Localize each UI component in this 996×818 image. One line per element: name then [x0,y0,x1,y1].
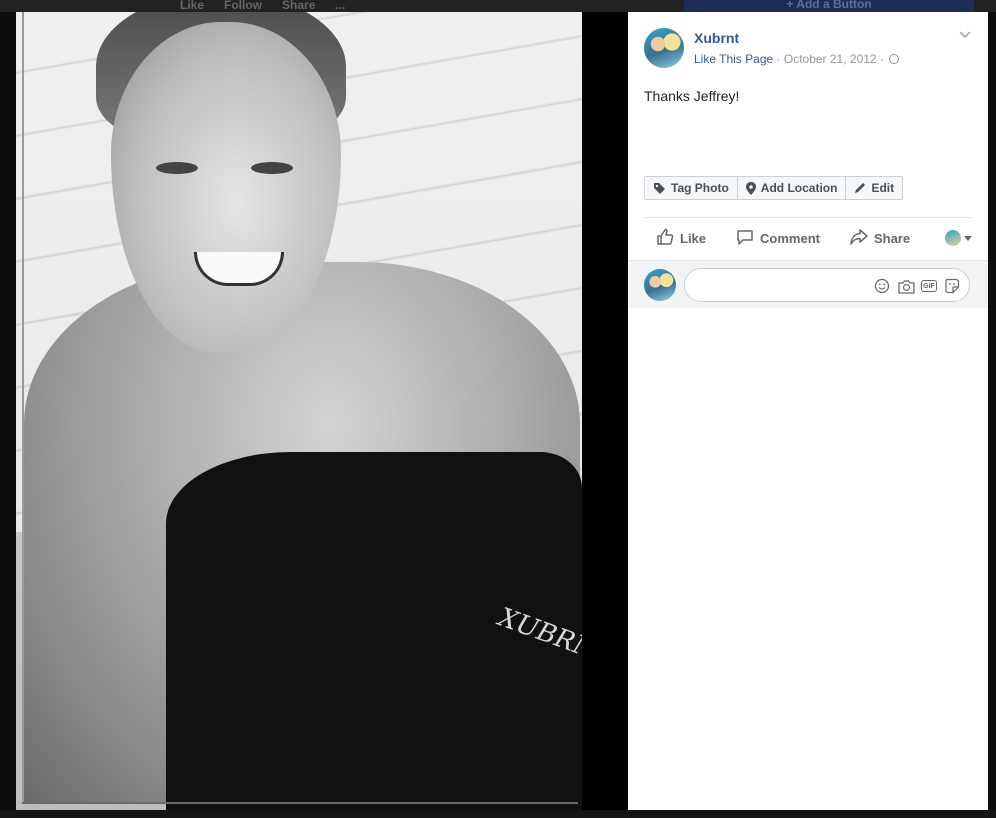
caret-down-icon [964,235,972,241]
comment-input-icons: GIF [873,277,961,295]
tag-photo-label: Tag Photo [671,181,729,195]
background-follow-action: Follow [224,0,263,12]
post-header: Xubrnt Like This Page · October 21, 2012… [644,28,974,72]
add-location-label: Add Location [760,181,838,195]
comment-composer: GIF [628,260,988,308]
meta-separator: · [776,52,781,66]
background-add-button: + Add a Button [684,0,974,12]
globe-icon[interactable] [889,54,900,64]
background-share-action: Share [282,0,316,12]
post-as-selector[interactable] [945,230,972,246]
comment-input[interactable] [697,277,857,293]
tag-photo-button[interactable]: Tag Photo [645,177,738,199]
photo-left-eye [156,162,198,174]
photo-frame-edge [22,12,24,804]
post-caption: Thanks Jeffrey! [644,88,740,104]
page-avatar[interactable] [644,28,684,68]
background-more-action: ... [335,0,346,12]
comment-bubble-icon [736,228,754,249]
like-label: Like [680,230,707,246]
pencil-icon [854,182,866,194]
like-this-page-link[interactable]: Like This Page [694,52,773,66]
add-location-button[interactable]: Add Location [738,177,847,199]
background-actions: Like Follow Share ... [180,0,345,12]
background-page-strip: Like Follow Share ... + Add a Button [0,0,996,12]
post-meta: Like This Page · October 21, 2012 · [694,52,900,66]
thumbs-up-icon [656,228,674,249]
photo[interactable]: XUBRNT [16,12,582,810]
post-date[interactable]: October 21, 2012 [784,52,877,66]
background-like-action: Like [180,0,205,12]
meta-separator: · [879,52,884,66]
edit-button[interactable]: Edit [846,177,902,199]
share-arrow-icon [850,228,868,249]
gif-icon[interactable]: GIF [921,280,937,292]
background-bottom-strip [0,810,996,818]
photo-right-eye [251,162,293,174]
sticker-icon[interactable] [943,277,961,295]
photo-frame-bottom [22,802,578,804]
comment-label: Comment [760,230,820,246]
share-label: Share [873,230,911,246]
page-name-link[interactable]: Xubrnt [694,30,739,46]
tag-icon [653,182,666,195]
like-button[interactable]: Like [656,228,706,249]
photo-tools-bar: Tag Photo Add Location Edit [644,176,904,200]
photo-stage[interactable]: XUBRNT [16,12,628,810]
location-pin-icon [745,181,756,195]
actions-divider [644,217,972,218]
post-as-avatar [945,230,961,246]
commenter-avatar [644,269,676,301]
edit-label: Edit [871,181,895,195]
comment-button[interactable]: Comment [736,228,820,249]
post-side-panel: Xubrnt Like This Page · October 21, 2012… [628,12,988,810]
share-button[interactable]: Share [850,228,910,249]
post-actions: Like Comment Share [644,224,972,252]
comment-input-wrapper[interactable]: GIF [684,268,970,302]
camera-icon[interactable] [897,277,915,295]
emoji-icon[interactable] [873,277,891,295]
chevron-down-icon[interactable] [959,28,971,42]
